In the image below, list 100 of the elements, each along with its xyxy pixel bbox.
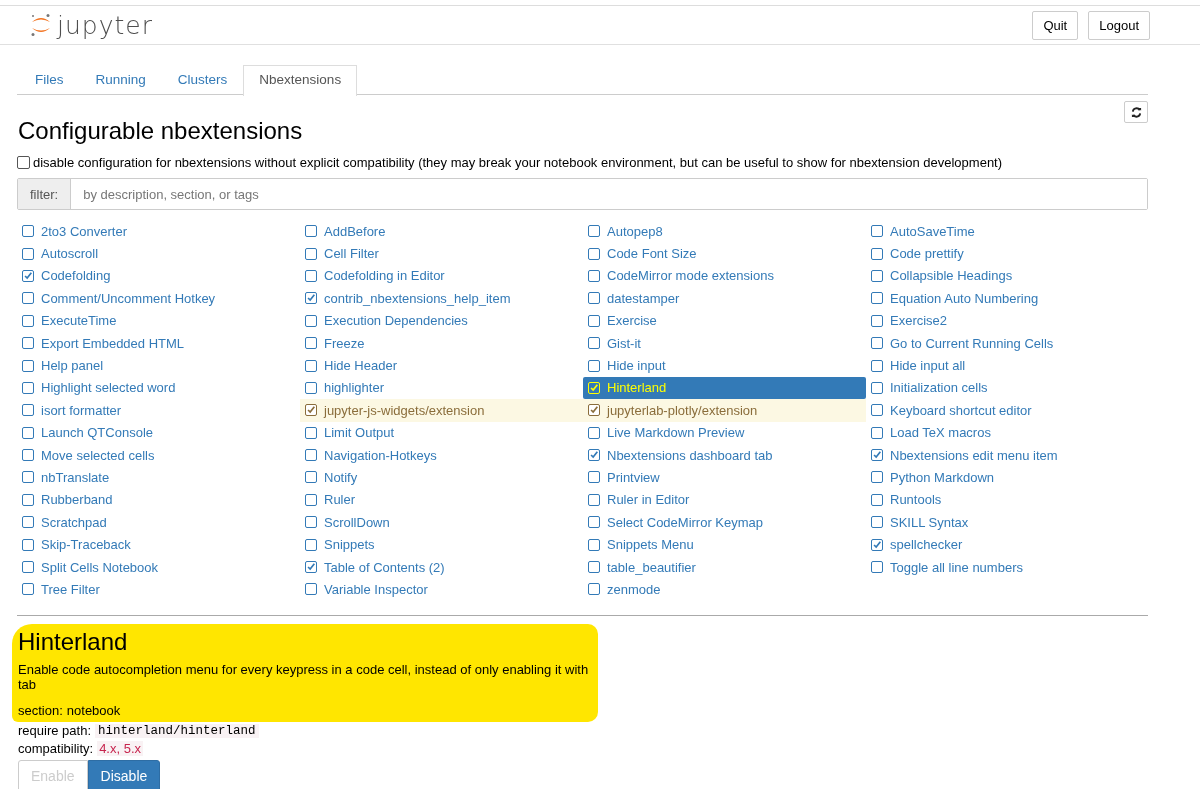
extension-item[interactable]: Navigation-Hotkeys [300,443,583,467]
tab[interactable]: Files [19,65,80,95]
extension-item[interactable]: Code Font Size [583,242,866,265]
checkbox[interactable] [22,583,34,596]
checkbox[interactable] [871,337,883,350]
checkbox[interactable] [17,156,30,169]
checkbox[interactable] [305,561,317,574]
extension-item[interactable]: Equation Auto Numbering [866,287,1149,310]
extension-item[interactable]: Split Cells Notebook [17,555,300,579]
checkbox[interactable] [22,381,34,394]
checkbox[interactable] [588,538,600,551]
extension-item[interactable]: Collapsible Headings [866,264,1149,288]
checkbox[interactable] [305,359,317,372]
extension-item[interactable]: Ruler in Editor [583,488,866,512]
checkbox[interactable] [871,314,883,327]
extension-item[interactable]: Tree Filter [17,578,300,601]
checkbox[interactable] [305,471,317,484]
extension-item[interactable]: 2to3 Converter [17,220,300,243]
extension-item[interactable]: Codefolding in Editor [300,264,583,288]
extension-item[interactable]: Gist-it [583,331,866,355]
checkbox[interactable] [588,426,600,439]
extension-item[interactable]: Launch QTConsole [17,421,300,444]
extension-item[interactable]: Ruler [300,488,583,512]
checkbox[interactable] [22,493,34,506]
checkbox[interactable] [305,247,317,260]
checkbox[interactable] [588,225,600,238]
checkbox[interactable] [305,583,317,596]
checkbox[interactable] [305,381,317,394]
extension-item[interactable]: Keyboard shortcut editor [866,399,1149,422]
checkbox[interactable] [588,583,600,596]
checkbox[interactable] [22,426,34,439]
checkbox[interactable] [871,493,883,506]
checkbox[interactable] [22,314,34,327]
extension-item[interactable]: datestamper [583,287,866,310]
extension-item[interactable]: Scratchpad [17,511,300,534]
extension-item[interactable]: spellchecker [866,533,1149,556]
extension-item[interactable]: Nbextensions edit menu item [866,443,1149,467]
checkbox[interactable] [871,225,883,238]
tab[interactable]: Running [79,65,162,95]
extension-item[interactable]: Comment/Uncomment Hotkey [17,287,300,310]
checkbox[interactable] [871,538,883,551]
checkbox[interactable] [305,426,317,439]
extension-item[interactable]: Hinterland [583,376,866,400]
checkbox[interactable] [871,269,883,282]
extension-item[interactable]: AutoSaveTime [866,220,1149,243]
extension-item[interactable]: AddBefore [300,220,583,243]
extension-item[interactable]: nbTranslate [17,466,300,489]
tab[interactable]: Clusters [161,65,244,95]
checkbox[interactable] [871,449,883,462]
checkbox[interactable] [305,314,317,327]
checkbox[interactable] [871,381,883,394]
extension-item[interactable]: SKILL Syntax [866,511,1149,534]
extension-item[interactable]: Runtools [866,488,1149,512]
extension-item[interactable]: ScrollDown [300,511,583,534]
extension-item[interactable]: Skip-Traceback [17,533,300,556]
checkbox[interactable] [22,247,34,260]
checkbox[interactable] [588,359,600,372]
disable-button[interactable]: Disable [87,759,161,789]
checkbox[interactable] [588,404,600,417]
extension-item[interactable]: ExecuteTime [17,309,300,332]
extension-item[interactable]: table_beautifier [583,555,866,579]
extension-item[interactable]: contrib_nbextensions_help_item [300,287,583,310]
checkbox[interactable] [22,516,34,529]
checkbox[interactable] [22,404,34,417]
extension-item[interactable]: Freeze [300,331,583,355]
checkbox[interactable] [22,337,34,350]
checkbox[interactable] [588,561,600,574]
extension-item[interactable]: Nbextensions dashboard tab [583,443,866,467]
checkbox[interactable] [305,404,317,417]
extension-item[interactable]: Help panel [17,354,300,377]
checkbox[interactable] [871,516,883,529]
checkbox[interactable] [22,292,34,305]
extension-item[interactable]: Initialization cells [866,376,1149,400]
extension-item[interactable]: jupyterlab-plotly/extension [583,399,866,422]
extension-item[interactable]: Python Markdown [866,466,1149,489]
checkbox[interactable] [305,538,317,551]
extension-item[interactable]: jupyter-js-widgets/extension [300,399,583,422]
checkbox[interactable] [871,247,883,260]
filter-field[interactable]: filter: by description, section, or tags [17,178,1148,210]
extension-item[interactable]: Live Markdown Preview [583,421,866,444]
checkbox[interactable] [588,292,600,305]
extension-item[interactable]: Execution Dependencies [300,309,583,332]
checkbox[interactable] [588,314,600,327]
extension-item[interactable]: zenmode [583,578,866,601]
extension-item[interactable]: Export Embedded HTML [17,331,300,355]
checkbox[interactable] [305,337,317,350]
checkbox[interactable] [305,493,317,506]
checkbox[interactable] [22,269,34,282]
extension-item[interactable]: Select CodeMirror Keymap [583,511,866,534]
extension-item[interactable]: Variable Inspector [300,578,583,601]
extension-item[interactable]: CodeMirror mode extensions [583,264,866,288]
refresh-button[interactable] [1124,101,1148,123]
extension-item[interactable]: Notify [300,466,583,489]
checkbox[interactable] [22,471,34,484]
extension-item[interactable]: Hide input [583,354,866,377]
extension-item[interactable]: Table of Contents (2) [300,555,583,579]
extension-item[interactable]: Toggle all line numbers [866,555,1149,579]
extension-item[interactable]: Move selected cells [17,443,300,467]
checkbox[interactable] [305,449,317,462]
checkbox[interactable] [22,359,34,372]
